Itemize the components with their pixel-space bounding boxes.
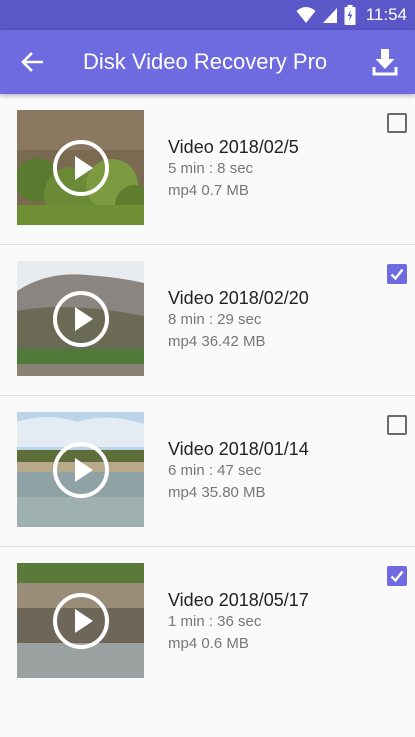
play-icon (53, 593, 109, 649)
video-meta: Video 2018/01/14 6 min : 47 sec mp4 35.8… (168, 438, 309, 504)
page-title: Disk Video Recovery Pro (83, 49, 328, 74)
status-time: 11:54 (365, 5, 407, 24)
play-icon (53, 442, 109, 498)
video-list: Video 2018/02/5 5 min : 8 sec mp4 0.7 MB… (0, 94, 415, 697)
video-meta: Video 2018/02/5 5 min : 8 sec mp4 0.7 MB (168, 136, 299, 202)
video-duration: 6 min : 47 sec (168, 462, 262, 479)
select-checkbox[interactable] (387, 415, 407, 435)
arrow-left-icon (21, 52, 43, 72)
video-file-info: mp4 35.80 MB (168, 484, 266, 501)
video-title: Video 2018/02/20 (168, 288, 309, 308)
video-list-item[interactable]: Video 2018/05/17 1 min : 36 sec mp4 0.6 … (0, 547, 415, 697)
app-bar: Disk Video Recovery Pro (0, 30, 415, 94)
video-duration: 5 min : 8 sec (168, 160, 254, 177)
video-file-info: mp4 0.6 MB (168, 635, 249, 652)
select-checkbox[interactable] (387, 264, 407, 284)
download-icon (372, 49, 398, 76)
video-list-item[interactable]: Video 2018/01/14 6 min : 47 sec mp4 35.8… (0, 396, 415, 547)
signal-icon (322, 8, 337, 23)
video-list-item[interactable]: Video 2018/02/20 8 min : 29 sec mp4 36.4… (0, 245, 415, 396)
select-checkbox[interactable] (387, 113, 407, 133)
video-meta: Video 2018/05/17 1 min : 36 sec mp4 0.6 … (168, 589, 309, 655)
status-icons: 11:54 (296, 4, 407, 26)
select-checkbox[interactable] (387, 566, 407, 586)
video-title: Video 2018/01/14 (168, 439, 309, 459)
video-duration: 8 min : 29 sec (168, 311, 262, 328)
wifi-icon (296, 7, 316, 23)
video-duration: 1 min : 36 sec (168, 613, 262, 630)
video-thumbnail[interactable] (17, 261, 144, 376)
download-button[interactable] (365, 42, 405, 82)
video-thumbnail[interactable] (17, 110, 144, 225)
status-bar: 11:54 (0, 0, 415, 30)
video-thumbnail[interactable] (17, 563, 144, 678)
play-icon (53, 291, 109, 347)
check-icon (390, 268, 404, 281)
back-button[interactable] (12, 42, 52, 82)
video-file-info: mp4 0.7 MB (168, 182, 249, 199)
video-meta: Video 2018/02/20 8 min : 29 sec mp4 36.4… (168, 287, 309, 353)
video-title: Video 2018/05/17 (168, 590, 309, 610)
check-icon (390, 570, 404, 583)
video-file-info: mp4 36.42 MB (168, 333, 266, 350)
play-icon (53, 140, 109, 196)
battery-icon (344, 5, 356, 25)
video-list-item[interactable]: Video 2018/02/5 5 min : 8 sec mp4 0.7 MB (0, 94, 415, 245)
video-thumbnail[interactable] (17, 412, 144, 527)
video-title: Video 2018/02/5 (168, 137, 299, 157)
